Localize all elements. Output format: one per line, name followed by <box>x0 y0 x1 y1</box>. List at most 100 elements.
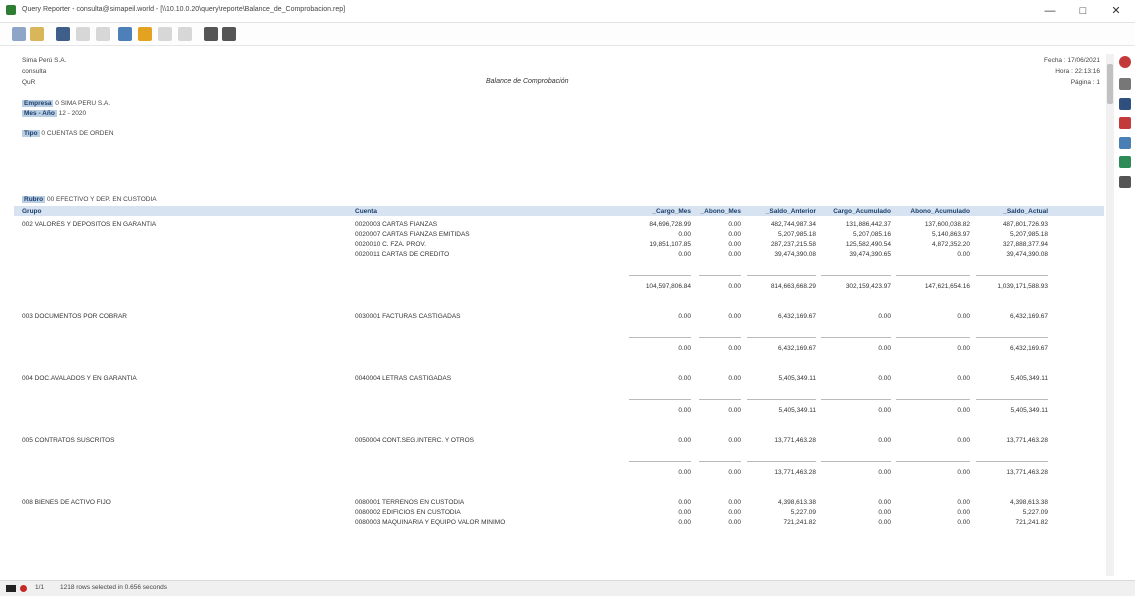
total-separator <box>821 337 891 338</box>
group-name: 002 VALORES Y DEPOSITOS EN GARANTIA <box>22 221 157 228</box>
account-name: 0080001 TERRENOS EN CUSTODIA <box>355 499 465 506</box>
excel-export-icon[interactable] <box>1119 156 1131 168</box>
group-total-cell: 814,663,668.29 <box>770 283 816 290</box>
group-name: 005 CONTRATOS SUSCRITOS <box>22 437 115 444</box>
amount-cell: 0.00 <box>678 519 691 526</box>
group-total-cell: 147,621,654.16 <box>924 283 970 290</box>
amount-cell: 13,771,463.28 <box>774 437 816 444</box>
rubro-line: Rubro 00 EFECTIVO Y DEP. EN CUSTODIA <box>22 196 157 203</box>
amount-cell: 0.00 <box>878 519 891 526</box>
amount-cell: 5,227.09 <box>1022 509 1048 516</box>
toolbar <box>0 23 1135 46</box>
group-total-cell: 0.00 <box>957 469 970 476</box>
close-button[interactable]: ✕ <box>1101 2 1131 20</box>
minimize-button[interactable]: — <box>1035 2 1065 20</box>
amount-cell: 5,140,863.97 <box>932 231 970 238</box>
amount-cell: 721,241.82 <box>783 519 816 526</box>
group-total-cell: 6,432,169.67 <box>778 345 816 352</box>
group-total-cell: 0.00 <box>678 469 691 476</box>
total-separator <box>699 337 741 338</box>
group-total-cell: 0.00 <box>878 407 891 414</box>
vertical-scrollbar[interactable] <box>1106 54 1114 576</box>
group-total-cell: 5,405,349.11 <box>1010 407 1048 414</box>
print-icon[interactable] <box>204 27 218 41</box>
group-total-cell: 0.00 <box>957 407 970 414</box>
close-report-icon[interactable] <box>1119 56 1131 68</box>
amount-cell: 0.00 <box>728 519 741 526</box>
amount-cell: 5,227.09 <box>790 509 816 516</box>
format-icon[interactable] <box>178 27 192 41</box>
amount-cell: 721,241.82 <box>1015 519 1048 526</box>
amount-cell: 84,696,728.99 <box>649 221 691 228</box>
rubro-label: Rubro <box>22 196 46 203</box>
group-total-cell: 5,405,349.11 <box>778 407 816 414</box>
scrollbar-thumb[interactable] <box>1107 64 1113 104</box>
title-bar: Query Reporter - consulta@simapeil.world… <box>0 0 1135 23</box>
amount-cell: 0.00 <box>878 437 891 444</box>
user-name: consulta <box>22 68 47 75</box>
new-icon[interactable] <box>12 27 26 41</box>
maximize-button[interactable]: □ <box>1068 2 1098 20</box>
group-total-cell: 1,039,171,588.93 <box>997 283 1048 290</box>
total-separator <box>976 461 1048 462</box>
stop-icon[interactable] <box>20 585 27 592</box>
col-saldo-anterior: _Saldo_Anterior <box>765 208 816 215</box>
account-name: 0080002 EDIFICIOS EN CUSTODIA <box>355 509 461 516</box>
amount-cell: 0.00 <box>878 313 891 320</box>
account-name: 0040004 LETRAS CASTIGADAS <box>355 375 452 382</box>
amount-cell: 0.00 <box>957 375 970 382</box>
amount-cell: 0.00 <box>957 251 970 258</box>
col-cargo-acumulado: Cargo_Acumulado <box>833 208 891 215</box>
settings-icon[interactable] <box>1119 78 1131 90</box>
group-total-cell: 104,597,806.84 <box>645 283 691 290</box>
account-name: 0020007 CARTAS FIANZAS EMITIDAS <box>355 231 470 238</box>
amount-cell: 5,405,349.11 <box>1010 375 1048 382</box>
total-separator <box>699 399 741 400</box>
total-separator <box>699 275 741 276</box>
group-total-cell: 13,771,463.28 <box>774 469 816 476</box>
total-separator <box>976 275 1048 276</box>
tipo-line: Tipo 0 CUENTAS DE ORDEN <box>22 130 114 137</box>
print-preview-icon[interactable] <box>222 27 236 41</box>
save-report-icon[interactable] <box>1119 98 1131 110</box>
total-separator <box>629 399 691 400</box>
group-total-cell: 0.00 <box>728 283 741 290</box>
edit-icon[interactable] <box>158 27 172 41</box>
amount-cell: 39,474,390.65 <box>849 251 891 258</box>
pdf-export-icon[interactable] <box>1119 117 1131 129</box>
run-icon[interactable] <box>138 27 152 41</box>
print-report-icon[interactable] <box>1119 176 1131 188</box>
col-abono-acumulado: Abono_Acumulado <box>910 208 970 215</box>
total-separator <box>629 461 691 462</box>
amount-cell: 0.00 <box>957 499 970 506</box>
copy-icon[interactable] <box>96 27 110 41</box>
amount-cell: 0.00 <box>678 375 691 382</box>
empresa-value: 0 SIMA PERU S.A. <box>55 100 111 107</box>
group-total-cell: 0.00 <box>878 469 891 476</box>
grid-icon <box>6 585 16 592</box>
amount-cell: 39,474,390.08 <box>1006 251 1048 258</box>
amount-cell: 0.00 <box>678 251 691 258</box>
total-separator <box>896 275 970 276</box>
mes-value: 12 - 2020 <box>58 110 87 117</box>
copy-report-icon[interactable] <box>1119 137 1131 149</box>
total-separator <box>976 399 1048 400</box>
open-icon[interactable] <box>30 27 44 41</box>
group-total-cell: 0.00 <box>878 345 891 352</box>
amount-cell: 5,207,985.18 <box>1010 231 1048 238</box>
total-separator <box>747 337 816 338</box>
account-name: 0050004 CONT.SEG.INTERC. Y OTROS <box>355 437 474 444</box>
mes-line: Mes - Año 12 - 2020 <box>22 110 86 117</box>
report-time: Hora : 22:13:16 <box>1055 68 1100 75</box>
mes-label: Mes - Año <box>22 110 57 117</box>
amount-cell: 0.00 <box>957 437 970 444</box>
amount-cell: 0.00 <box>678 509 691 516</box>
save-icon[interactable] <box>56 27 70 41</box>
total-separator <box>747 461 816 462</box>
amount-cell: 327,888,377.94 <box>1002 241 1048 248</box>
cut-icon[interactable] <box>76 27 90 41</box>
search-icon[interactable] <box>118 27 132 41</box>
amount-cell: 0.00 <box>878 509 891 516</box>
col-saldo-actual: _Saldo_Actual <box>1003 208 1048 215</box>
account-name: 0020011 CARTAS DE CREDITO <box>355 251 450 258</box>
